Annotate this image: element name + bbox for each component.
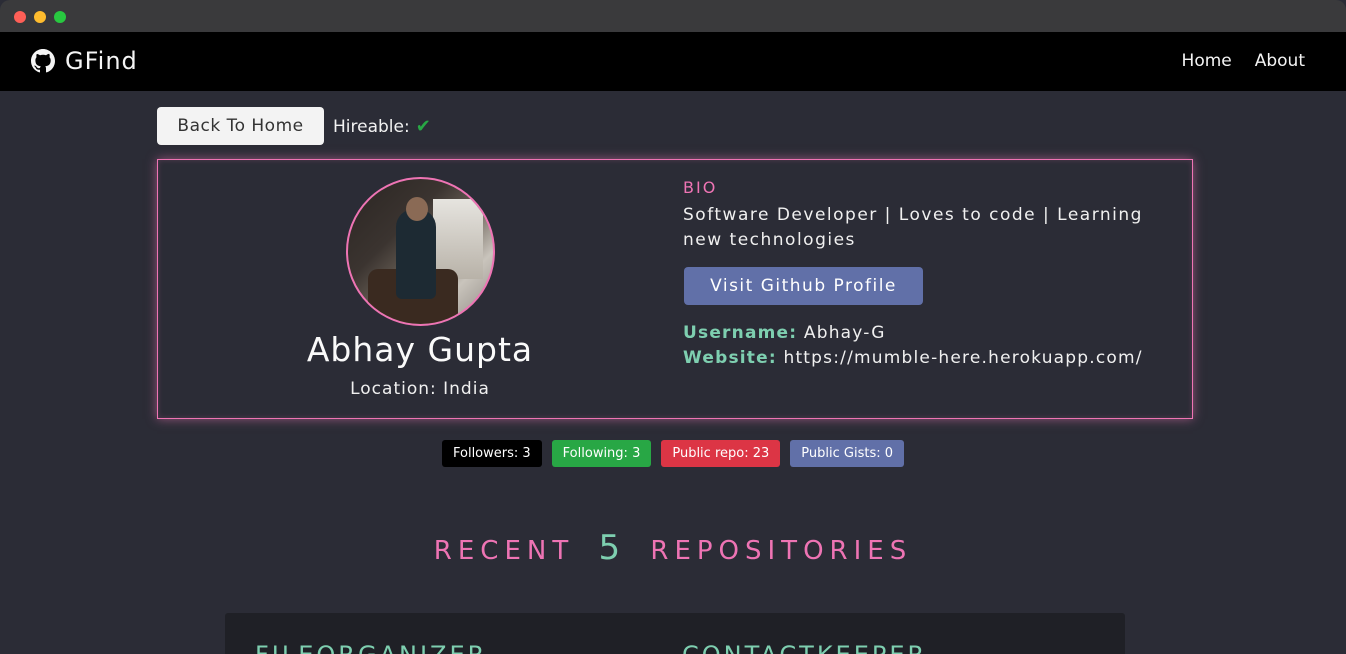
back-to-home-button[interactable]: Back To Home [157, 107, 324, 145]
brand-link[interactable]: GFind [31, 46, 138, 76]
heading-count: 5 [598, 528, 627, 568]
minimize-window-button[interactable] [34, 11, 46, 23]
maximize-window-button[interactable] [54, 11, 66, 23]
heading-post: REPOSITORIES [650, 536, 913, 566]
navbar: GFind Home About [0, 32, 1346, 91]
heading-pre: RECENT [433, 536, 575, 566]
public-gists-badge: Public Gists: 0 [790, 440, 904, 467]
profile-card: Abhay Gupta Location: India BIO Software… [157, 159, 1193, 419]
nav-home-link[interactable]: Home [1182, 51, 1232, 71]
recent-repositories-heading: RECENT 5 REPOSITORIES [0, 528, 1346, 568]
bio-text: Software Developer | Loves to code | Lea… [683, 205, 1143, 250]
visit-github-profile-button[interactable]: Visit Github Profile [684, 267, 923, 305]
avatar [346, 177, 495, 326]
website-row: Website: https://mumble-here.herokuapp.c… [683, 348, 1143, 368]
followers-badge: Followers: 3 [441, 440, 542, 467]
website-value: https://mumble-here.herokuapp.com/ [783, 348, 1143, 368]
username-value: Abhay-G [803, 323, 886, 343]
close-window-button[interactable] [14, 11, 26, 23]
profile-name: Abhay Gupta [306, 330, 534, 369]
website-label: Website: [683, 348, 777, 368]
brand-name: GFind [65, 47, 138, 75]
profile-location: Location: India [350, 379, 490, 399]
nav-about-link[interactable]: About [1255, 51, 1305, 71]
github-icon [31, 49, 55, 73]
repo-name[interactable]: CONTACTKEEPER [682, 641, 927, 654]
username-row: Username: Abhay-G [683, 323, 886, 343]
following-badge: Following: 3 [551, 440, 652, 467]
nav-links: Home About [1182, 51, 1305, 71]
bio-heading: BIO [683, 178, 718, 197]
hireable-status: Hireable: ✔ [333, 116, 431, 137]
check-icon: ✔ [415, 116, 431, 137]
username-label: Username: [683, 323, 798, 343]
repo-name[interactable]: FILEORGANIZER [255, 641, 487, 654]
hireable-label: Hireable: [333, 116, 410, 137]
public-repo-badge: Public repo: 23 [661, 440, 781, 467]
stats-badges: Followers: 3 Following: 3 Public repo: 2… [0, 440, 1346, 467]
window-titlebar [0, 0, 1346, 32]
repo-list: FILEORGANIZER CONTACTKEEPER [225, 613, 1125, 654]
